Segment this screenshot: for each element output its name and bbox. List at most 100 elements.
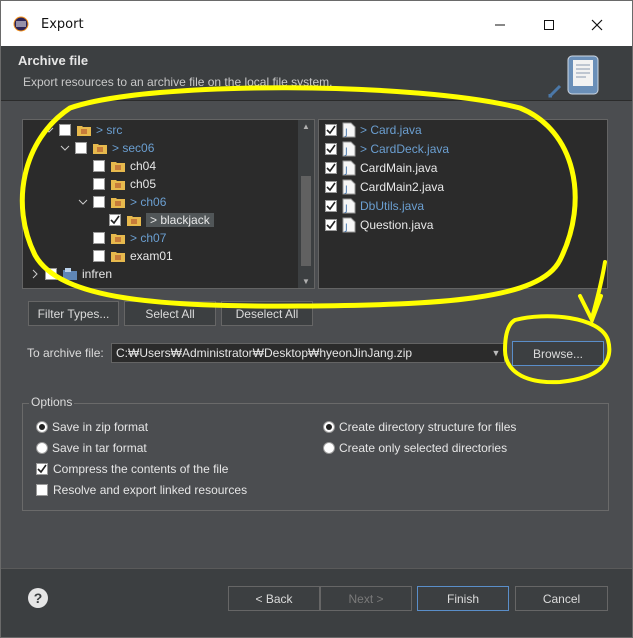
checkbox-sec06[interactable] [75, 142, 87, 154]
checkbox-src[interactable] [59, 124, 71, 136]
file-row-dbutils[interactable]: J DbUtils.java [325, 197, 424, 215]
svg-text:J: J [344, 166, 348, 176]
check-icon [326, 144, 336, 154]
file-list[interactable]: J > Card.java J > CardDeck.java J CardMa… [318, 119, 608, 289]
finish-button[interactable]: Finish [417, 586, 509, 611]
checkbox-dbutils[interactable] [325, 200, 337, 212]
close-icon [591, 19, 603, 31]
checkbox-ch05[interactable] [93, 178, 105, 190]
tree-label-sec06: > sec06 [112, 141, 155, 155]
checkbox-question[interactable] [325, 219, 337, 231]
checkbox-cardmain[interactable] [325, 162, 337, 174]
check-icon [326, 163, 336, 173]
filter-types-button[interactable]: Filter Types... [28, 301, 119, 326]
tree-label-ch05: ch05 [130, 177, 157, 191]
page-description: Export resources to an archive file on t… [23, 75, 333, 89]
checkbox-blackjack[interactable] [109, 214, 121, 226]
file-label-card: > Card.java [360, 123, 422, 137]
scroll-up-icon[interactable]: ▲ [302, 122, 310, 131]
package-folder-icon [111, 162, 125, 172]
window-title: Export [41, 17, 84, 32]
compress-checkbox[interactable]: Compress the contents of the file [36, 462, 228, 476]
package-folder-icon [77, 126, 91, 136]
tree-row-ch04[interactable]: ch04 [93, 157, 156, 175]
scrollbar-thumb[interactable] [301, 176, 311, 266]
java-file-icon: J [342, 122, 356, 138]
tar-format-radio[interactable]: Save in tar format [36, 441, 147, 455]
package-folder-icon [127, 216, 141, 226]
tree-row-blackjack[interactable]: > blackjack [109, 211, 214, 229]
checkbox-card[interactable] [325, 124, 337, 136]
zip-format-label: Save in zip format [52, 420, 149, 434]
package-folder-icon [111, 252, 125, 262]
tree-row-ch05[interactable]: ch05 [93, 175, 156, 193]
next-button[interactable]: Next > [320, 586, 412, 611]
help-icon[interactable]: ? [28, 588, 48, 608]
checkbox-ch04[interactable] [93, 160, 105, 172]
create-selected-radio[interactable]: Create only selected directories [323, 441, 507, 455]
minimize-button[interactable] [477, 9, 523, 41]
maximize-icon [544, 20, 554, 30]
java-file-icon: J [342, 217, 356, 233]
checkbox-carddeck[interactable] [325, 143, 337, 155]
checkbox-ch06[interactable] [93, 196, 105, 208]
checkbox-compress [36, 463, 48, 475]
tree-label-ch06: > ch06 [130, 195, 167, 209]
tree-row-ch06[interactable]: > ch06 [77, 193, 166, 211]
tree-row-sec06[interactable]: > sec06 [59, 139, 154, 157]
zip-format-radio[interactable]: Save in zip format [36, 420, 148, 434]
chevron-down-icon[interactable]: ▼ [488, 344, 504, 362]
expand-icon[interactable] [29, 268, 41, 280]
check-icon [326, 220, 336, 230]
check-icon [110, 215, 120, 225]
checkbox-ch07[interactable] [93, 232, 105, 244]
maximize-button[interactable] [526, 9, 572, 41]
tree-row-ch07[interactable]: > ch07 [93, 229, 166, 247]
file-row-cardmain2[interactable]: J CardMain2.java [325, 178, 444, 196]
archive-file-combo[interactable]: C:₩Users₩Administrator₩Desktop₩hyeonJinJ… [111, 343, 505, 363]
cancel-button[interactable]: Cancel [515, 586, 608, 611]
tree-label-blackjack: > blackjack [146, 213, 214, 227]
archive-file-value: C:₩Users₩Administrator₩Desktop₩hyeonJinJ… [116, 346, 413, 360]
tree-row-exam01[interactable]: exam01 [93, 247, 173, 265]
check-icon [326, 125, 336, 135]
checkbox-cardmain2[interactable] [325, 181, 337, 193]
resolve-linked-checkbox[interactable]: Resolve and export linked resources [36, 483, 247, 497]
back-button[interactable]: < Back [228, 586, 320, 611]
svg-text:J: J [344, 204, 348, 214]
create-structure-radio[interactable]: Create directory structure for files [323, 420, 516, 434]
java-file-icon: J [342, 179, 356, 195]
select-all-button[interactable]: Select All [124, 301, 216, 326]
package-folder-icon [111, 234, 125, 244]
radio-icon [323, 442, 335, 454]
checkbox-exam01[interactable] [93, 250, 105, 262]
collapse-icon[interactable] [59, 142, 71, 154]
java-file-icon: J [342, 141, 356, 157]
file-row-carddeck[interactable]: J > CardDeck.java [325, 140, 449, 158]
browse-button[interactable]: Browse... [512, 341, 604, 366]
collapse-icon[interactable] [77, 196, 89, 208]
minimize-icon [495, 24, 505, 26]
java-file-icon: J [342, 160, 356, 176]
tree-row-infren[interactable]: infren [29, 265, 112, 283]
file-label-cardmain2: CardMain2.java [360, 180, 445, 194]
collapse-icon[interactable] [43, 124, 55, 136]
scroll-down-icon[interactable]: ▼ [302, 277, 310, 286]
java-file-icon: J [342, 198, 356, 214]
project-icon [63, 268, 77, 280]
check-icon [37, 464, 47, 474]
close-button[interactable] [574, 9, 620, 41]
file-row-question[interactable]: J Question.java [325, 216, 433, 234]
export-archive-banner-icon [548, 55, 599, 98]
file-label-cardmain: CardMain.java [360, 161, 438, 175]
deselect-all-button[interactable]: Deselect All [221, 301, 313, 326]
file-row-cardmain[interactable]: J CardMain.java [325, 159, 437, 177]
file-row-card[interactable]: J > Card.java [325, 121, 422, 139]
resource-tree[interactable]: > src > sec06 ch04 ch05 > ch06 > blackja… [22, 119, 315, 289]
export-dialog: Export Archive file Export resources to … [0, 0, 633, 638]
checkbox-infren[interactable] [45, 268, 57, 280]
tree-row-src[interactable]: > src [43, 121, 122, 139]
tree-label-infren: infren [82, 267, 113, 281]
create-selected-label: Create only selected directories [339, 441, 508, 455]
tree-scrollbar[interactable]: ▲ ▼ [297, 120, 314, 288]
